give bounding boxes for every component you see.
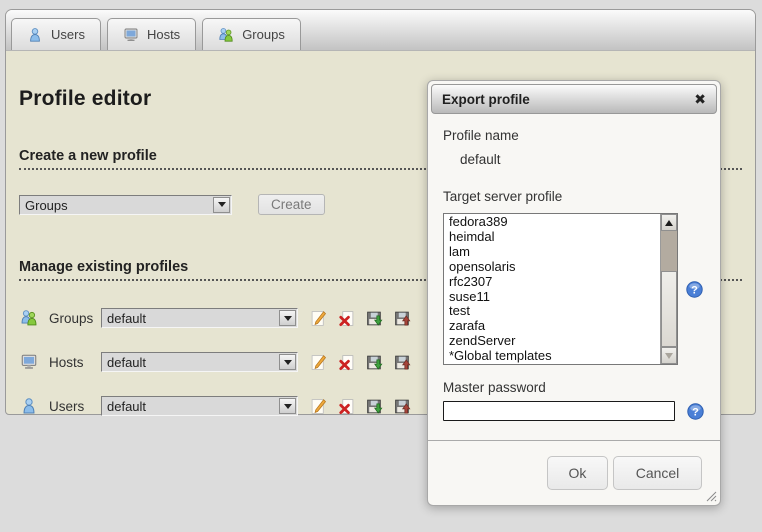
profile-type-select-value: Groups — [20, 196, 212, 214]
group-icon — [218, 27, 234, 43]
scrollbar-thumb[interactable] — [661, 271, 677, 347]
row-label: Hosts — [39, 355, 101, 370]
host-icon — [123, 27, 139, 43]
profile-name-value: default — [443, 152, 705, 167]
tab-bar: Users Hosts Groups — [6, 10, 755, 51]
target-server-label: Target server profile — [443, 189, 705, 204]
target-option[interactable]: zendServer — [449, 334, 659, 349]
dialog-titlebar[interactable]: Export profile ✖ — [431, 84, 717, 114]
svg-text:?: ? — [692, 406, 699, 418]
cancel-button[interactable]: Cancel — [613, 456, 702, 490]
group-icon — [19, 309, 39, 327]
ok-button[interactable]: Ok — [547, 456, 608, 490]
edit-icon[interactable] — [310, 398, 327, 415]
chevron-down-icon[interactable] — [279, 354, 296, 370]
target-option[interactable]: suse11 — [449, 290, 659, 305]
target-server-listbox[interactable]: fedora389 heimdal lam opensolaris rfc230… — [443, 213, 678, 365]
chevron-down-icon[interactable] — [213, 197, 230, 213]
tab-users[interactable]: Users — [11, 18, 101, 50]
import-icon[interactable] — [394, 398, 411, 415]
master-password-label: Master password — [443, 380, 705, 395]
target-option[interactable]: heimdal — [449, 230, 659, 245]
users-profile-select[interactable]: default — [101, 396, 298, 416]
export-icon[interactable] — [366, 398, 383, 415]
import-icon[interactable] — [394, 354, 411, 371]
import-icon[interactable] — [394, 310, 411, 327]
listbox-scrollbar[interactable] — [660, 214, 677, 364]
delete-icon[interactable] — [338, 398, 355, 415]
target-option[interactable]: fedora389 — [449, 215, 659, 230]
edit-icon[interactable] — [310, 354, 327, 371]
user-icon — [19, 397, 39, 415]
row-label: Users — [39, 399, 101, 414]
row-label: Groups — [39, 311, 101, 326]
delete-icon[interactable] — [338, 310, 355, 327]
export-profile-dialog: Export profile ✖ Profile name default Ta… — [427, 80, 721, 506]
tab-groups[interactable]: Groups — [202, 18, 301, 50]
scroll-up-icon[interactable] — [661, 214, 677, 231]
scroll-down-icon[interactable] — [661, 347, 677, 364]
svg-text:?: ? — [691, 284, 698, 296]
chevron-down-icon[interactable] — [279, 398, 296, 414]
master-password-input[interactable] — [443, 401, 675, 421]
export-icon[interactable] — [366, 354, 383, 371]
resize-handle[interactable] — [706, 491, 717, 502]
target-option[interactable]: test — [449, 304, 659, 319]
delete-icon[interactable] — [338, 354, 355, 371]
profile-name-label: Profile name — [443, 128, 705, 143]
tab-hosts[interactable]: Hosts — [107, 18, 196, 50]
edit-icon[interactable] — [310, 310, 327, 327]
help-icon[interactable]: ? — [686, 281, 703, 298]
export-icon[interactable] — [366, 310, 383, 327]
tab-label: Groups — [242, 27, 285, 42]
close-icon[interactable]: ✖ — [694, 92, 706, 106]
groups-profile-select-value: default — [102, 309, 278, 327]
tab-label: Users — [51, 27, 85, 42]
target-option[interactable]: zarafa — [449, 319, 659, 334]
users-profile-select-value: default — [102, 397, 278, 415]
target-option[interactable]: rfc2307 — [449, 275, 659, 290]
host-icon — [19, 353, 39, 371]
tab-label: Hosts — [147, 27, 180, 42]
scrollbar-track[interactable] — [661, 231, 677, 271]
target-option[interactable]: opensolaris — [449, 260, 659, 275]
dialog-title: Export profile — [442, 92, 530, 107]
help-icon[interactable]: ? — [687, 403, 704, 420]
create-button[interactable]: Create — [258, 194, 325, 215]
target-option[interactable]: lam — [449, 245, 659, 260]
profile-type-select[interactable]: Groups — [19, 195, 232, 215]
user-icon — [27, 27, 43, 43]
chevron-down-icon[interactable] — [279, 310, 296, 326]
hosts-profile-select-value: default — [102, 353, 278, 371]
hosts-profile-select[interactable]: default — [101, 352, 298, 372]
groups-profile-select[interactable]: default — [101, 308, 298, 328]
target-option[interactable]: *Global templates — [449, 349, 659, 364]
